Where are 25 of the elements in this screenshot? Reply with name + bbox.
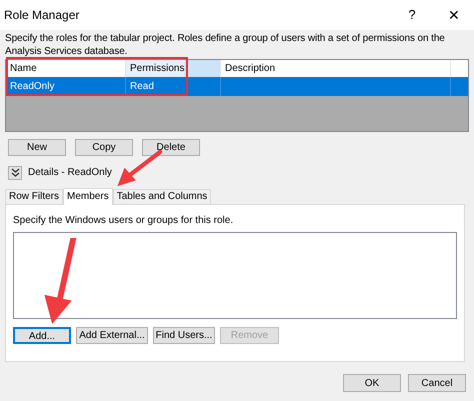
button[interactable]: Add External... [76,327,148,344]
instruction-text: Specify the Windows users or groups for this role. [13,214,234,228]
tab[interactable]: Row Filters [5,189,64,204]
table-cell: Read [130,81,154,92]
button[interactable]: New [8,139,66,156]
table-row[interactable]: ReadOnly Read [6,77,468,96]
tab[interactable]: Tables and Columns [112,189,212,204]
help-button[interactable]: ? [402,5,422,25]
table-cell: ReadOnly [10,81,54,92]
button[interactable]: Delete [142,139,200,156]
details-label: Details - ReadOnly [28,166,112,180]
double-chevron-down-icon [10,168,20,177]
button[interactable]: Find Users... [153,327,215,344]
button[interactable]: OK [343,374,401,392]
window-title: Role Manager [4,7,80,24]
column-header[interactable]: Permissions [126,60,221,77]
expand-button[interactable] [8,166,22,180]
members-list[interactable] [13,232,457,319]
close-button[interactable]: ✕ [444,4,464,26]
button[interactable]: Add... [13,327,71,344]
annotation-arrow [116,149,163,189]
button[interactable]: Copy [75,139,133,156]
tab[interactable]: Members [63,188,113,205]
button[interactable]: Cancel [408,374,466,392]
instruction-text: Specify the roles for the tabular project. Roles define a group of users with a set of permissions on the Analysis Services database. [5,32,446,58]
